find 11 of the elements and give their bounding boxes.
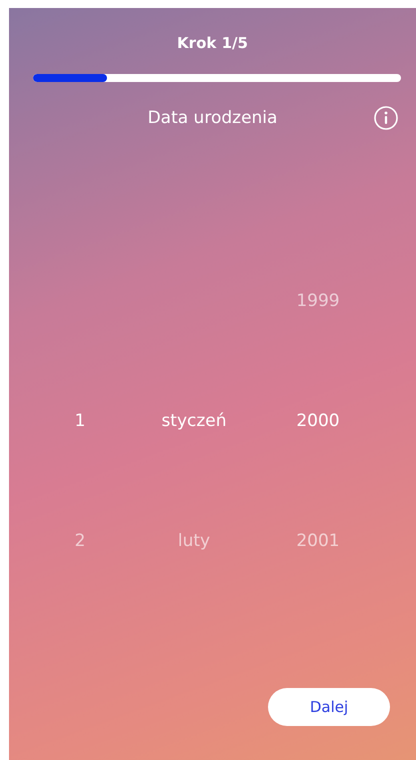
next-button[interactable]: Dalej — [268, 688, 390, 726]
year-option[interactable]: 1999 — [296, 291, 340, 311]
year-option[interactable]: 2001 — [296, 531, 340, 551]
day-option[interactable]: 2 — [74, 531, 86, 551]
month-option[interactable]: styczeń — [161, 411, 227, 431]
year-option[interactable]: 2000 — [296, 411, 340, 431]
question-label: Data urodzenia — [148, 108, 278, 128]
day-option[interactable]: 1 — [74, 411, 86, 431]
info-icon[interactable] — [374, 106, 398, 130]
step-title: Krok 1/5 — [177, 34, 248, 52]
month-option[interactable]: luty — [178, 531, 210, 551]
